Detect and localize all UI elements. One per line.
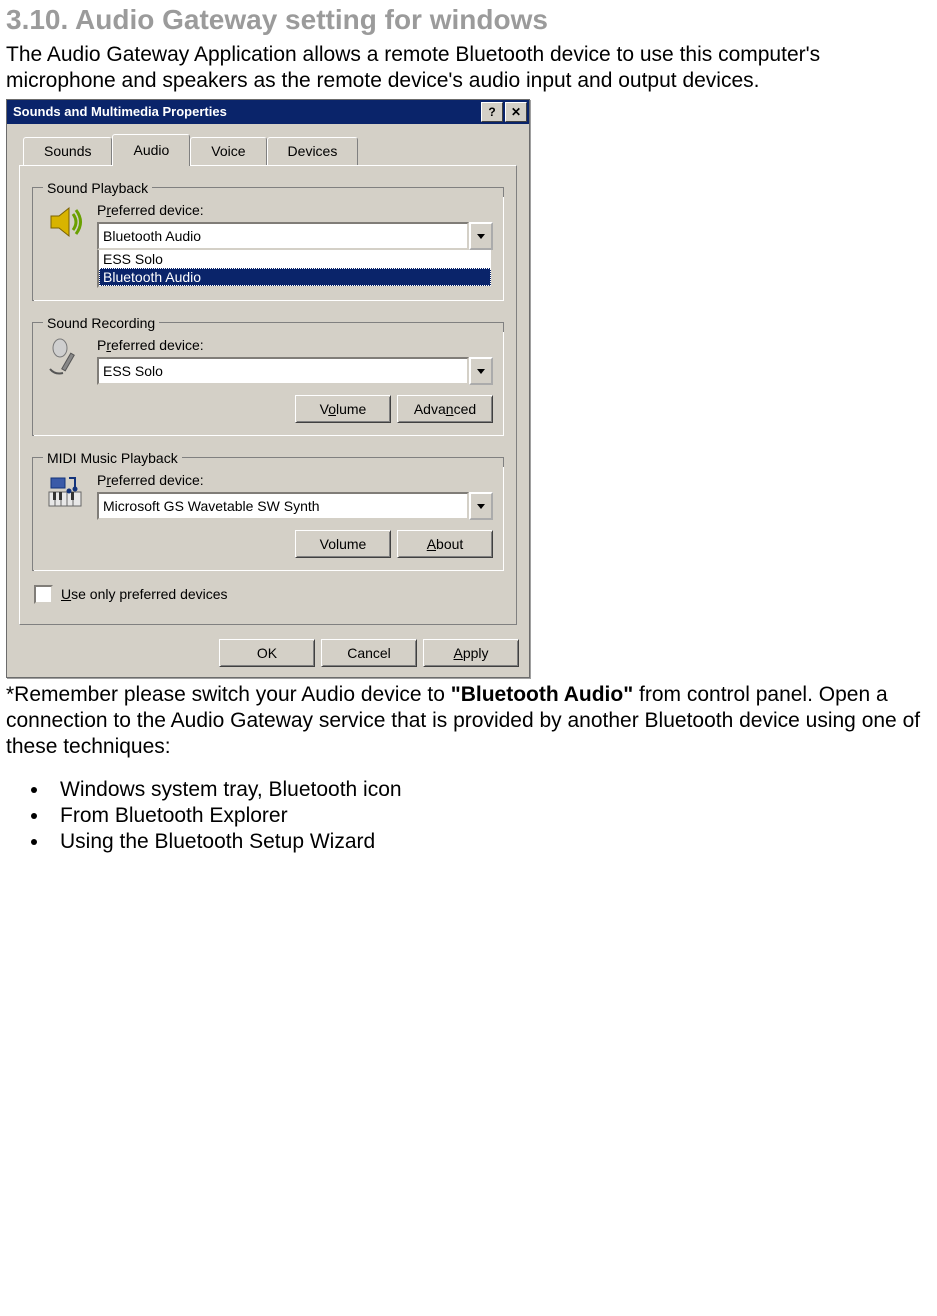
apply-button[interactable]: Apply — [423, 639, 519, 667]
tab-audio[interactable]: Audio — [112, 134, 190, 166]
recording-volume-button[interactable]: Volume — [295, 395, 391, 423]
tab-strip: Sounds Audio Voice Devices — [19, 134, 517, 165]
playback-option-bluetooth-audio[interactable]: Bluetooth Audio — [99, 268, 491, 286]
list-item: From Bluetooth Explorer — [50, 804, 931, 828]
tab-voice[interactable]: Voice — [190, 137, 266, 165]
recording-advanced-button[interactable]: Advanced — [397, 395, 493, 423]
group-sound-playback: Sound Playback — [32, 180, 504, 301]
dialog-titlebar: Sounds and Multimedia Properties ? ✕ — [7, 100, 529, 124]
dialog-footer: OK Cancel Apply — [7, 631, 529, 677]
microphone-icon — [45, 337, 85, 380]
dropdown-arrow-icon[interactable] — [469, 222, 493, 250]
dropdown-arrow-icon[interactable] — [469, 492, 493, 520]
midi-about-button[interactable]: About — [397, 530, 493, 558]
note-paragraph: *Remember please switch your Audio devic… — [6, 682, 931, 761]
recording-device-dropdown[interactable] — [97, 357, 493, 385]
midi-device-dropdown[interactable] — [97, 492, 493, 520]
tab-panel-audio: Sound Playback — [19, 165, 517, 625]
recording-device-value[interactable] — [97, 357, 469, 385]
cancel-button[interactable]: Cancel — [321, 639, 417, 667]
intro-paragraph: The Audio Gateway Application allows a r… — [6, 42, 931, 95]
recording-preferred-label: Preferred device: — [97, 337, 493, 353]
help-button[interactable]: ? — [481, 102, 503, 122]
legend-midi-playback: MIDI Music Playback — [43, 450, 182, 466]
midi-volume-button[interactable]: Volume — [295, 530, 391, 558]
use-only-preferred-checkbox[interactable] — [34, 585, 53, 604]
ok-button[interactable]: OK — [219, 639, 315, 667]
section-heading: 3.10. Audio Gateway setting for windows — [6, 4, 931, 36]
use-only-preferred-label: Use only preferred devices — [61, 586, 228, 602]
list-item: Using the Bluetooth Setup Wizard — [50, 830, 931, 854]
tab-sounds[interactable]: Sounds — [23, 137, 112, 165]
midi-preferred-label: Preferred device: — [97, 472, 493, 488]
playback-option-ess-solo[interactable]: ESS Solo — [99, 250, 491, 268]
speaker-icon — [45, 202, 85, 245]
techniques-list: Windows system tray, Bluetooth icon From… — [24, 778, 931, 854]
list-item: Windows system tray, Bluetooth icon — [50, 778, 931, 802]
group-sound-recording: Sound Recording — [32, 315, 504, 436]
legend-sound-recording: Sound Recording — [43, 315, 159, 331]
legend-sound-playback: Sound Playback — [43, 180, 152, 196]
midi-icon — [45, 472, 85, 515]
playback-preferred-label: Preferred device: — [97, 202, 493, 218]
playback-device-options[interactable]: ESS Solo Bluetooth Audio — [97, 250, 493, 288]
close-button[interactable]: ✕ — [505, 102, 527, 122]
group-midi-playback: MIDI Music Playback — [32, 450, 504, 571]
dropdown-arrow-icon[interactable] — [469, 357, 493, 385]
playback-device-value[interactable] — [97, 222, 469, 250]
midi-device-value[interactable] — [97, 492, 469, 520]
sounds-multimedia-dialog: Sounds and Multimedia Properties ? ✕ Sou… — [6, 99, 530, 678]
dialog-title: Sounds and Multimedia Properties — [13, 104, 479, 119]
tab-devices[interactable]: Devices — [267, 137, 359, 165]
playback-device-dropdown[interactable] — [97, 222, 493, 250]
